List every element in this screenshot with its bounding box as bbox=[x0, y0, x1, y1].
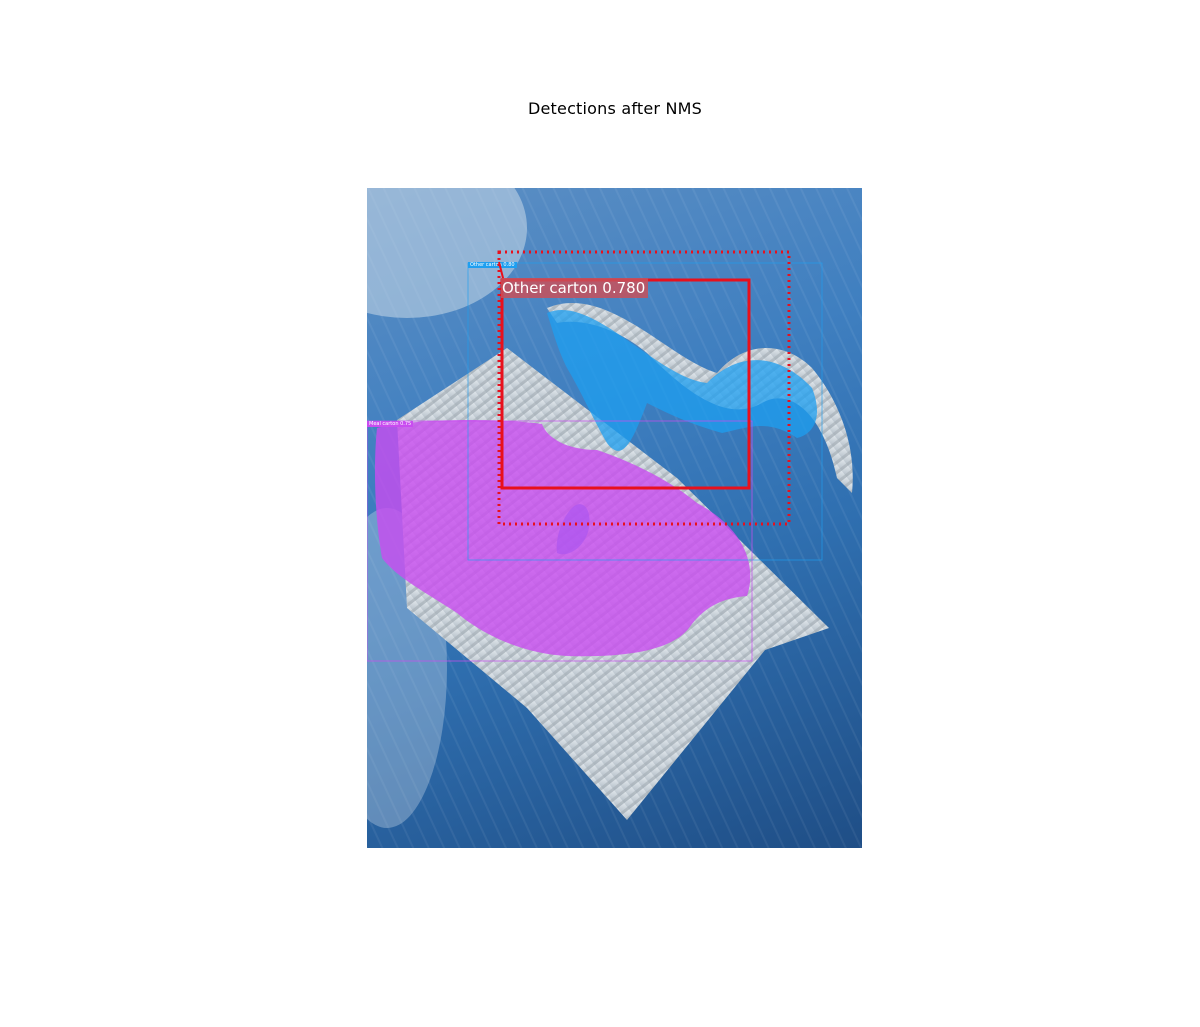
primary-detection-label: Other carton 0.780 bbox=[501, 278, 649, 298]
magenta-detection-label: Meal carton 0.75 bbox=[367, 421, 414, 427]
cyan-detection-label: Other carton 0.80 bbox=[468, 262, 517, 268]
figure-title: Detections after NMS bbox=[527, 99, 702, 118]
